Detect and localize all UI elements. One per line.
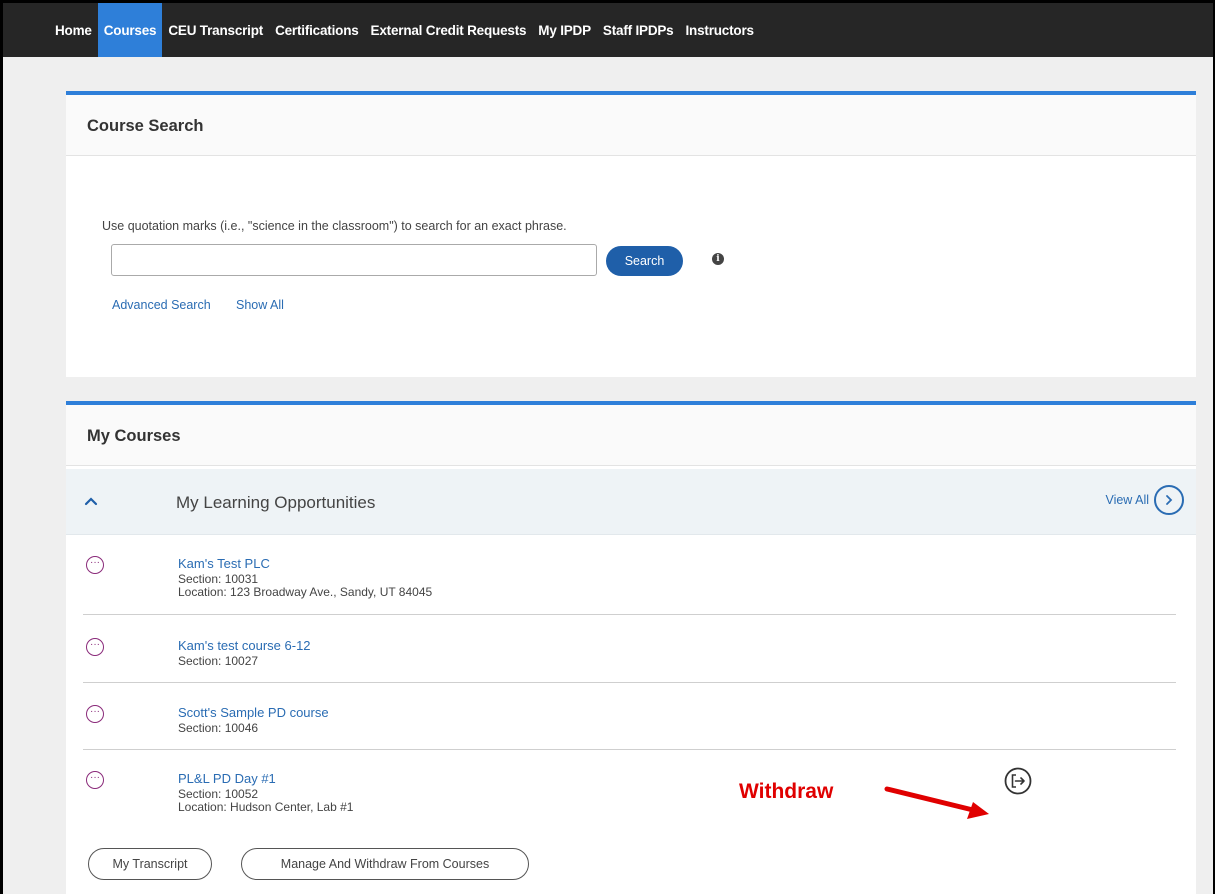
my-courses-panel: My Courses My Learning Opportunities Vie… xyxy=(66,401,1196,894)
course-section: Section: 10052 xyxy=(178,787,259,801)
show-all-link[interactable]: Show All xyxy=(236,298,284,312)
app-frame: Home Courses CEU Transcript Certificatio… xyxy=(3,3,1213,894)
nav-certifications[interactable]: Certifications xyxy=(269,3,364,57)
manage-withdraw-button[interactable]: Manage And Withdraw From Courses xyxy=(241,848,529,880)
top-nav: Home Courses CEU Transcript Certificatio… xyxy=(3,3,1213,57)
my-courses-title: My Courses xyxy=(66,405,1196,466)
view-all-label: View All xyxy=(1105,493,1149,507)
search-button[interactable]: Search xyxy=(606,246,683,276)
more-options-icon[interactable]: ··· xyxy=(86,638,104,656)
nav-external-credit-requests[interactable]: External Credit Requests xyxy=(365,3,533,57)
course-location: Location: Hudson Center, Lab #1 xyxy=(178,800,354,814)
nav-ceu-transcript[interactable]: CEU Transcript xyxy=(162,3,269,57)
nav-instructors[interactable]: Instructors xyxy=(680,3,760,57)
course-section: Section: 10027 xyxy=(178,654,259,668)
advanced-search-link[interactable]: Advanced Search xyxy=(112,298,211,312)
list-item: ··· Kam's test course 6-12 Section: 1002… xyxy=(83,638,1176,683)
learning-opportunities-bar: My Learning Opportunities View All xyxy=(66,469,1196,535)
course-search-title: Course Search xyxy=(66,95,1196,156)
list-item: ··· Scott's Sample PD course Section: 10… xyxy=(83,705,1176,750)
course-title[interactable]: Scott's Sample PD course xyxy=(178,705,329,720)
course-search-panel: Course Search Use quotation marks (i.e.,… xyxy=(66,91,1196,377)
view-all-button[interactable]: View All xyxy=(1105,485,1184,515)
chevron-up-icon[interactable] xyxy=(83,493,99,509)
search-hint: Use quotation marks (i.e., "science in t… xyxy=(102,219,567,233)
course-section: Section: 10031 xyxy=(178,572,259,586)
withdraw-annotation-label: Withdraw xyxy=(739,780,834,803)
course-location: Location: 123 Broadway Ave., Sandy, UT 8… xyxy=(178,585,433,599)
list-item: ··· Kam's Test PLC Section: 10031 Locati… xyxy=(83,556,1176,615)
course-title[interactable]: Kam's Test PLC xyxy=(178,556,270,571)
nav-home[interactable]: Home xyxy=(49,3,98,57)
course-section: Section: 10046 xyxy=(178,721,259,735)
search-input[interactable] xyxy=(111,244,597,276)
arrow-icon xyxy=(884,786,989,819)
nav-courses[interactable]: Courses xyxy=(97,3,163,57)
more-options-icon[interactable]: ··· xyxy=(86,556,104,574)
course-title[interactable]: Kam's test course 6-12 xyxy=(178,638,311,653)
withdraw-icon[interactable] xyxy=(1003,766,1033,796)
nav-my-ipdp[interactable]: My IPDP xyxy=(532,3,597,57)
more-options-icon[interactable]: ··· xyxy=(86,705,104,723)
learning-opportunities-title: My Learning Opportunities xyxy=(176,493,376,512)
more-options-icon[interactable]: ··· xyxy=(86,771,104,789)
chevron-right-icon xyxy=(1154,485,1184,515)
course-title[interactable]: PL&L PD Day #1 xyxy=(178,771,276,786)
nav-staff-ipdps[interactable]: Staff IPDPs xyxy=(597,3,680,57)
my-transcript-button[interactable]: My Transcript xyxy=(88,848,212,880)
info-icon[interactable]: i xyxy=(712,253,724,265)
